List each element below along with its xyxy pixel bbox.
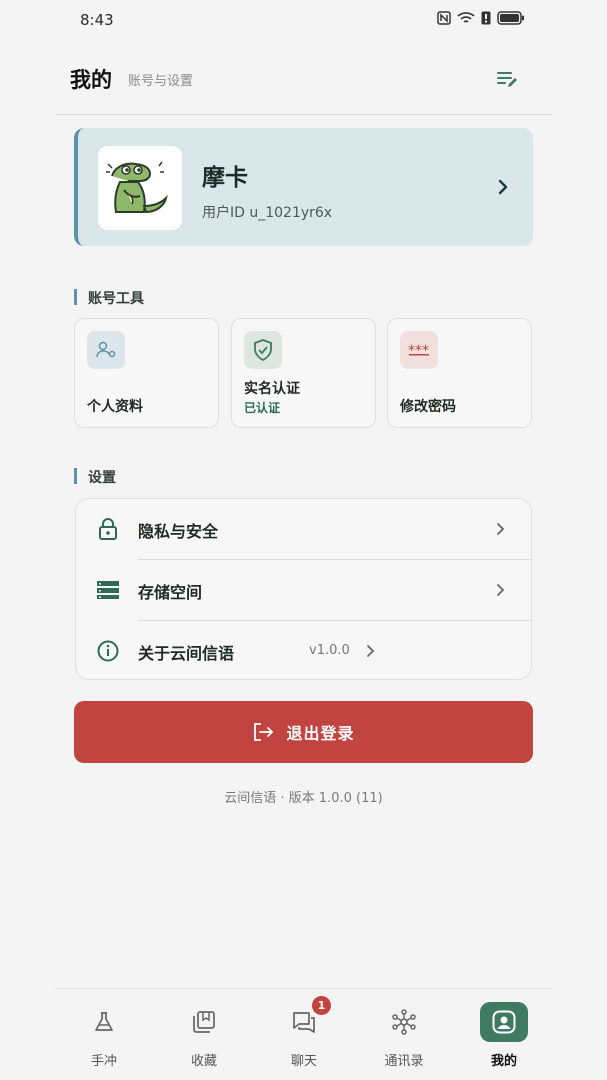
settings-row-about[interactable]: 关于云间信语 v1.0.0 <box>76 621 531 679</box>
tool-label: 实名认证 <box>244 381 300 397</box>
logout-icon <box>254 723 274 741</box>
logout-label: 退出登录 <box>286 724 355 743</box>
nav-label: 手冲 <box>90 1054 117 1069</box>
profile-user-id: 用户ID u_1021yr6x <box>202 205 333 221</box>
row-label: 隐私与安全 <box>138 522 219 541</box>
tool-card-verification[interactable]: 实名认证 已认证 <box>231 318 376 428</box>
edit-list-icon <box>497 72 517 87</box>
edit-list-button[interactable] <box>494 66 520 92</box>
nav-label: 收藏 <box>190 1054 217 1069</box>
nav-item-chat[interactable]: 1 聊天 <box>254 996 354 1070</box>
bookmark-collection-icon <box>180 1002 228 1042</box>
section-title-settings: 设置 <box>88 470 116 486</box>
nav-item-me[interactable]: 我的 <box>454 998 554 1070</box>
chevron-right-icon <box>498 179 508 195</box>
lock-icon <box>96 517 120 541</box>
section-marker <box>74 468 77 484</box>
status-time: 8:43 <box>80 11 114 29</box>
chevron-right-icon <box>497 584 505 596</box>
nfc-icon <box>437 11 451 25</box>
nav-divider <box>55 988 552 989</box>
tool-card-password[interactable]: *** 修改密码 <box>387 318 532 428</box>
password-icon: *** <box>400 331 438 369</box>
flask-icon <box>80 1002 128 1042</box>
settings-list: 隐私与安全 存储空间 关于云间信语 v1.0.0 <box>75 498 532 680</box>
row-label: 关于云间信语 <box>138 644 235 663</box>
battery-icon <box>497 11 524 25</box>
info-icon <box>96 639 120 663</box>
page-title: 我的 <box>70 68 112 92</box>
sim-alert-icon <box>481 11 491 25</box>
storage-icon <box>96 578 120 602</box>
tool-label: 个人资料 <box>87 399 143 415</box>
profile-card[interactable]: 摩卡 用户ID u_1021yr6x <box>74 128 533 246</box>
section-title-account-tools: 账号工具 <box>88 291 144 307</box>
app-version-value: v1.0.0 <box>309 643 350 658</box>
chevron-right-icon <box>497 523 505 535</box>
crocodile-avatar-icon <box>98 146 182 230</box>
profile-name: 摩卡 <box>202 165 248 191</box>
wifi-icon <box>457 12 475 23</box>
nav-label: 我的 <box>490 1054 517 1069</box>
nav-label: 聊天 <box>290 1054 317 1069</box>
nav-item-favorites[interactable]: 收藏 <box>154 998 254 1070</box>
chevron-right-icon <box>367 645 375 657</box>
nav-label: 通讯录 <box>384 1054 424 1069</box>
logout-button[interactable]: 退出登录 <box>74 701 533 763</box>
version-footer: 云间信语 · 版本 1.0.0 (11) <box>224 791 383 806</box>
nav-item-contacts[interactable]: 通讯录 <box>354 998 454 1070</box>
shield-check-icon <box>244 331 282 369</box>
status-icons <box>437 11 525 25</box>
page-subtitle: 账号与设置 <box>128 74 194 89</box>
tool-label: 修改密码 <box>400 399 456 415</box>
user-settings-icon <box>87 331 125 369</box>
settings-row-storage[interactable]: 存储空间 <box>76 560 531 620</box>
avatar[interactable] <box>98 146 182 230</box>
header-divider <box>55 114 552 115</box>
settings-row-privacy[interactable]: 隐私与安全 <box>76 499 531 559</box>
section-marker <box>74 289 77 305</box>
unread-badge: 1 <box>312 996 331 1015</box>
verification-status: 已认证 <box>244 401 281 415</box>
tool-card-profile[interactable]: 个人资料 <box>74 318 219 428</box>
network-icon <box>380 1002 428 1042</box>
user-icon <box>480 1002 528 1042</box>
nav-item-pourover[interactable]: 手冲 <box>54 998 154 1070</box>
row-label: 存储空间 <box>138 583 203 602</box>
